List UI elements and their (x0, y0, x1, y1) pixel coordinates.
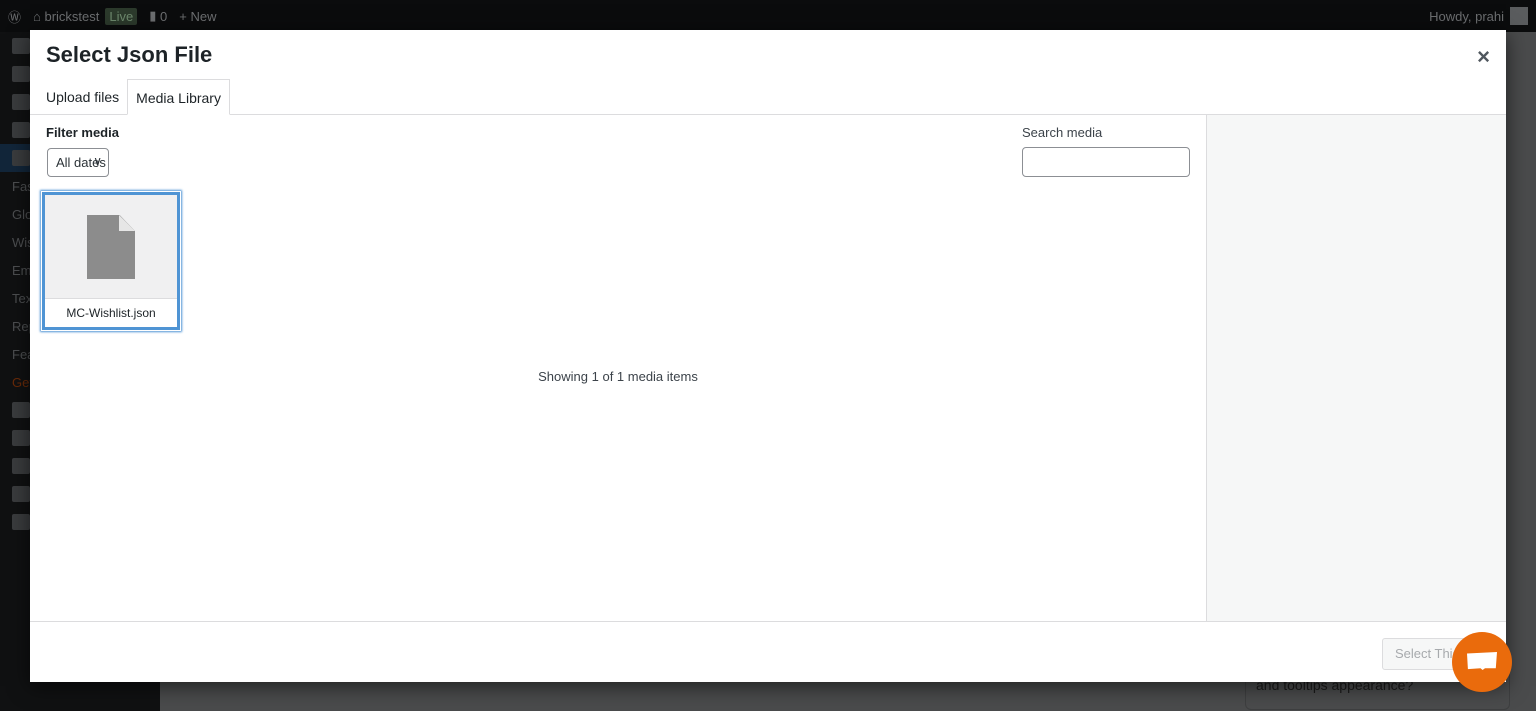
chevron-down-icon: ∨ (93, 154, 102, 168)
attachment-item[interactable]: MC-Wishlist.json (42, 192, 180, 330)
plus-icon: + (179, 8, 191, 24)
menu-icon (12, 402, 30, 418)
attachment-filename: MC-Wishlist.json (45, 298, 177, 327)
menu-icon (12, 150, 30, 166)
menu-icon (12, 122, 30, 138)
menu-icon (12, 430, 30, 446)
site-link[interactable]: ⌂ brickstest Live (33, 7, 138, 25)
comment-icon: ▮ (149, 8, 161, 23)
admin-bar: Ⓦ ⌂ brickstest Live ▮ 0 + New Howdy, prah… (0, 0, 1536, 32)
menu-icon (12, 94, 30, 110)
avatar (1510, 7, 1528, 25)
tab-media-library[interactable]: Media Library (127, 79, 230, 115)
new-link[interactable]: + New (179, 9, 216, 24)
modal-toolbar: Select This File (30, 621, 1506, 682)
tab-upload-files[interactable]: Upload files (38, 79, 127, 114)
menu-icon (12, 38, 30, 54)
wordpress-logo-icon[interactable]: Ⓦ (8, 7, 21, 26)
live-badge: Live (105, 7, 138, 25)
media-count: Showing 1 of 1 media items (538, 369, 698, 384)
home-icon: ⌂ (33, 8, 45, 24)
search-label: Search media (1022, 125, 1103, 140)
modal-title: Select Json File (46, 42, 213, 67)
account-menu[interactable]: Howdy, prahi (1429, 0, 1528, 32)
menu-icon (12, 514, 30, 530)
chat-bubble-icon (1467, 652, 1497, 670)
attachments-browser: Filter media All dates ∨ Search media MC-… (30, 115, 1206, 621)
chat-button[interactable] (1452, 632, 1512, 692)
search-input[interactable] (1022, 147, 1190, 177)
modal-tabs: Upload files Media Library (30, 79, 1506, 115)
filter-label: Filter media (46, 125, 119, 140)
menu-icon (12, 458, 30, 474)
attachment-details-pane (1206, 115, 1506, 621)
date-filter-select[interactable]: All dates ∨ (47, 148, 109, 177)
comments-link[interactable]: ▮ 0 (149, 8, 167, 24)
media-modal: Select Json File × Upload files Media Li… (30, 30, 1506, 682)
close-icon[interactable]: × (1477, 44, 1490, 70)
menu-icon (12, 66, 30, 82)
menu-icon (12, 486, 30, 502)
